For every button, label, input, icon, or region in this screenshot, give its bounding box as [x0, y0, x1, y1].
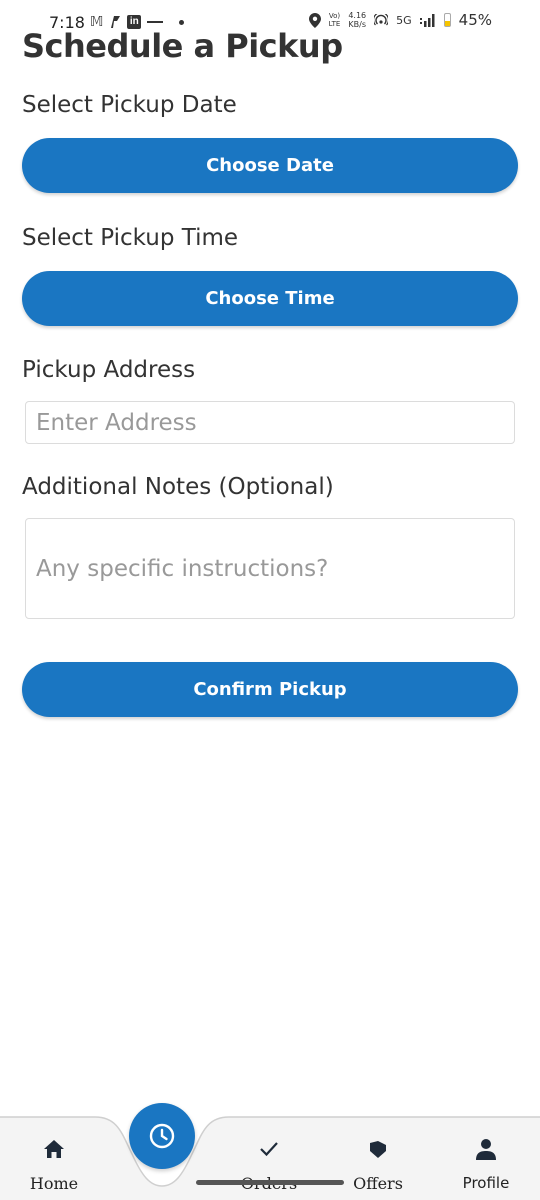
net-speed-value: 4.16: [348, 11, 367, 20]
net-speed: 4.16 KB/s: [348, 11, 366, 29]
check-icon: [260, 1142, 278, 1157]
app-small-icon: [147, 21, 164, 23]
network-type: 5G: [396, 13, 412, 27]
pickup-date-label: Select Pickup Date: [22, 92, 237, 118]
nav-label-home: Home: [29, 1174, 79, 1193]
volte-indicator: Vo) LTE: [329, 12, 341, 28]
address-input[interactable]: Enter Address: [25, 401, 515, 444]
nav-label-profile: Profile: [462, 1174, 510, 1192]
hotspot-icon: [374, 14, 389, 26]
battery-percent: 45%: [458, 11, 492, 29]
choose-time-button[interactable]: Choose Time: [22, 271, 518, 326]
address-placeholder: Enter Address: [36, 409, 197, 436]
clock-icon: [149, 1123, 175, 1149]
choose-date-button[interactable]: Choose Date: [22, 138, 518, 193]
pickup-time-label: Select Pickup Time: [22, 225, 239, 251]
home-icon: [44, 1140, 64, 1158]
notes-placeholder: Any specific instructions?: [36, 555, 329, 582]
volte-top: Vo): [328, 12, 341, 20]
schedule-pickup-fab[interactable]: [129, 1103, 195, 1169]
offer-tag-icon: [370, 1141, 386, 1158]
battery-icon: [443, 13, 451, 27]
battery-fill: [444, 20, 450, 26]
additional-notes-label: Additional Notes (Optional): [22, 474, 334, 500]
home-indicator[interactable]: [196, 1180, 344, 1185]
pickup-address-label: Pickup Address: [22, 357, 196, 383]
page-title: Schedule a Pickup: [22, 27, 343, 65]
nav-item-home[interactable]: Home: [9, 1134, 99, 1193]
nav-item-profile[interactable]: Profile: [441, 1134, 531, 1192]
net-speed-unit: KB/s: [348, 20, 367, 29]
more-notifications-dot: [179, 19, 185, 25]
nav-label-offers: Offers: [353, 1174, 403, 1193]
signal-icon: [419, 14, 435, 27]
location-icon: [308, 12, 321, 28]
notes-textarea[interactable]: Any specific instructions?: [25, 518, 515, 619]
confirm-pickup-button[interactable]: Confirm Pickup: [22, 662, 518, 717]
nav-item-offers[interactable]: Offers: [333, 1134, 423, 1193]
person-icon: [476, 1139, 496, 1160]
